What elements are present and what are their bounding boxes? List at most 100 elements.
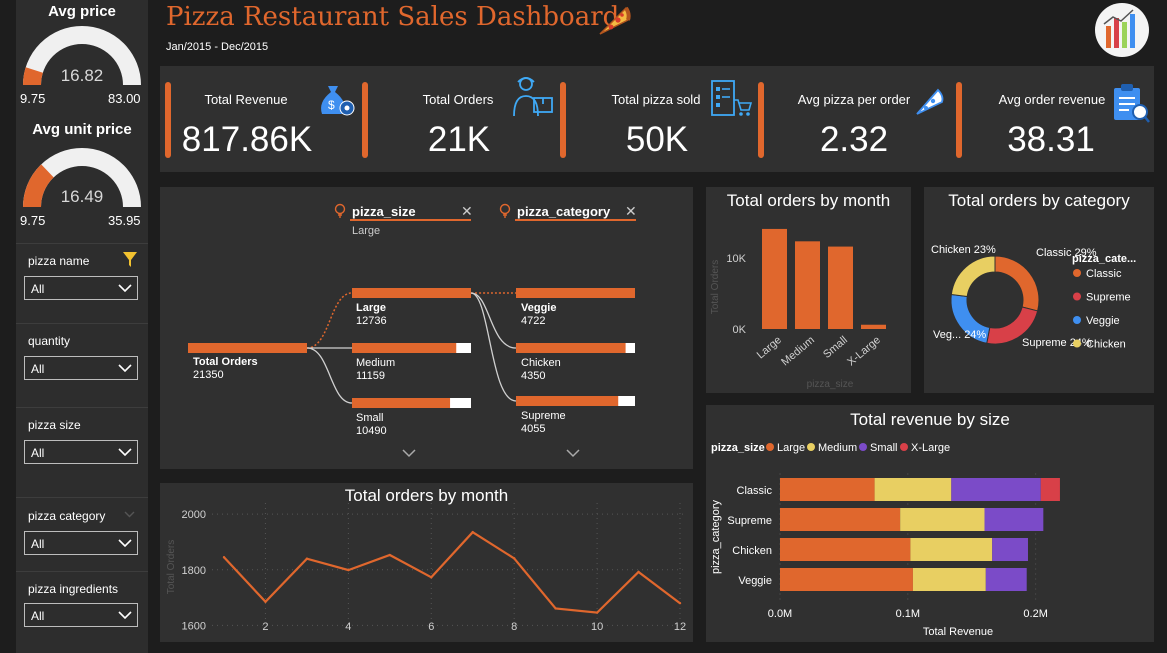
legend-label-x-large: X-Large (911, 442, 950, 454)
y-tick-label: 1800 (182, 565, 206, 577)
chevron-down-icon (118, 364, 132, 373)
legend-swatch-veggie (1073, 316, 1081, 324)
slice-label: Veg... 24% (933, 329, 986, 341)
tree-bar-medium (352, 343, 457, 353)
tree-connector (470, 292, 517, 349)
y-tick-label: Classic (737, 485, 773, 497)
y-tick-label: Veggie (738, 575, 772, 587)
series-line (223, 530, 681, 614)
x-tick-label: Large (755, 334, 784, 361)
avg-price-title: Avg price (48, 3, 116, 20)
divider (16, 497, 148, 498)
money-bag-icon: $ (321, 86, 355, 116)
avg-price-max: 83.00 (108, 91, 141, 106)
kpi-value-avg-order-revenue: 38.31 (1007, 120, 1095, 159)
legend-swatch-supreme (1073, 292, 1081, 301)
legend-label-supreme: Supreme (1086, 292, 1131, 304)
y-tick-label: 2000 (182, 509, 206, 521)
pizza-size-dropdown[interactable]: All (24, 440, 138, 464)
tree-value-medium: 11159 (356, 370, 385, 382)
bar-supreme-small (984, 508, 1044, 531)
y-tick-label: Chicken (732, 545, 772, 557)
data-point (678, 601, 682, 605)
legend-label-chicken: Chicken (1086, 339, 1126, 351)
filter-icon[interactable] (122, 251, 138, 269)
tree-label-chicken: Chicken (521, 357, 561, 369)
kpi-divider (560, 82, 566, 158)
data-point (595, 611, 599, 614)
bar-classic-x-large (1040, 478, 1060, 501)
x-tick-label: 0.1M (896, 608, 920, 620)
page-title: Pizza Restaurant Sales Dashboard (166, 2, 620, 32)
kpi-value-total-pizza-sold: 50K (625, 120, 689, 159)
tree-label-total-orders: Total Orders (193, 356, 258, 368)
data-point (305, 557, 309, 560)
bar-chicken-small (992, 538, 1028, 561)
dashboard-chart-logo-icon (1095, 3, 1149, 57)
legend-swatch-medium (807, 443, 815, 451)
pizza-name-selected: All (31, 282, 45, 296)
tree-value-large: 12736 (356, 315, 387, 327)
slicer-label-pizza-name: pizza name (28, 254, 90, 268)
slice-classic (994, 255, 1040, 312)
legend-label-medium: Medium (818, 442, 857, 454)
bar-large (762, 228, 787, 329)
x-tick-label: 4 (345, 621, 351, 633)
pizza-name-dropdown[interactable]: All (24, 276, 138, 300)
orders-by-category-chart[interactable]: Classic 29%Supreme 24%Veg... 24%Chicken … (924, 187, 1154, 393)
data-point (512, 557, 516, 560)
x-tick-label: 2 (262, 621, 268, 633)
y-tick-label: Supreme (727, 515, 772, 527)
x-tick-label: X-Large (845, 334, 883, 368)
bar-classic-small (951, 478, 1041, 501)
tree-value-chicken: 4350 (521, 370, 545, 382)
orders-by-size-chart[interactable]: 10K 0K Total Orders pizza_size LargeMedium Sm… (706, 187, 911, 393)
tree-connector (306, 292, 353, 349)
y-tick-label: 1600 (182, 620, 206, 632)
chevron-down-icon[interactable] (566, 449, 580, 458)
divider (16, 571, 148, 572)
bar-veggie-small (985, 568, 1027, 591)
orders-by-month-chart[interactable]: 1600 1800 2000 2 4 6 8 10 12 Total Orders (160, 483, 693, 642)
tree-label-large: Large (356, 302, 386, 314)
tree-label-veggie: Veggie (521, 302, 556, 314)
slicer-label-pizza-size: pizza size (28, 418, 81, 432)
data-point (471, 531, 474, 534)
tree-bar-large (352, 288, 471, 298)
bar-chicken-medium (910, 538, 993, 561)
pizza-category-selected: All (31, 537, 45, 551)
kpi-label-total-revenue: Total Revenue (204, 92, 288, 107)
pizza-category-dropdown[interactable]: All (24, 531, 138, 555)
tree-value-veggie: 4722 (521, 315, 545, 327)
kpi-divider (165, 82, 171, 158)
tree-bar-small (352, 398, 451, 408)
avg-unit-price-title: Avg unit price (32, 121, 132, 138)
divider (16, 407, 148, 408)
data-point (388, 553, 392, 557)
tree-bar-supreme (516, 396, 619, 406)
kpi-value-total-revenue: 817.86K (181, 120, 313, 159)
quantity-dropdown[interactable]: All (24, 356, 138, 380)
clipboard-report-icon (1114, 84, 1150, 123)
revenue-by-size-chart[interactable]: pizza_size Large Medium Small X-Large Classic… (706, 405, 1154, 642)
x-axis-label: Total Revenue (923, 626, 993, 638)
legend-label-classic: Classic (1086, 268, 1122, 280)
pizza-ingredients-dropdown[interactable]: All (24, 603, 138, 627)
y-tick-label: 0K (733, 324, 747, 336)
kpi-divider (956, 82, 962, 158)
chevron-down-icon[interactable] (402, 449, 416, 458)
kpi-value-avg-pizza-per-order: 2.32 (819, 120, 889, 159)
svg-text:$: $ (328, 98, 335, 112)
data-point (347, 568, 350, 572)
decomposition-tree[interactable]: Total Orders21350 Large12736 Medium11159 Sm… (160, 187, 693, 469)
slicer-label-pizza-ingredients: pizza ingredients (28, 582, 119, 596)
tree-value-supreme: 4055 (521, 423, 545, 435)
bar-small (828, 246, 853, 329)
divider (16, 323, 148, 324)
x-tick-label: 0.2M (1023, 608, 1047, 620)
chevron-down-icon (118, 611, 132, 620)
chevron-down-icon[interactable] (124, 511, 135, 518)
x-tick-label: 12 (674, 621, 686, 633)
avg-price-value: 16.82 (60, 66, 104, 85)
date-range: Jan/2015 - Dec/2015 (166, 41, 269, 53)
